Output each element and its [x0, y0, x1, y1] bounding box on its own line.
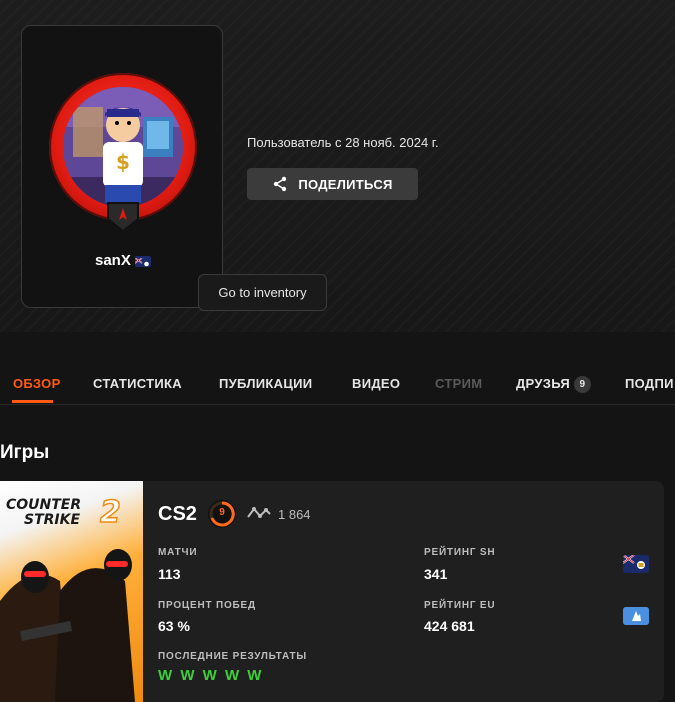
tab-subscriptions[interactable]: ПОДПИ [625, 376, 674, 391]
rating-sh-label: РЕЙТИНГ SH [424, 547, 496, 558]
share-icon [274, 176, 287, 192]
game-name: CS2 [158, 503, 197, 525]
europe-region-icon [623, 607, 649, 625]
level-badge-icon [107, 202, 139, 233]
tab-friends[interactable]: ДРУЗЬЯ 9 [516, 376, 591, 393]
tab-publications[interactable]: ПУБЛИКАЦИИ [219, 376, 312, 391]
skill-level-value: 9 [219, 507, 225, 518]
matches-label: МАТЧИ [158, 547, 198, 558]
game-card-cs2[interactable]: COUNTER STRIKE 2 CS2 9 1 864 МАТЧИ 113 П… [0, 481, 664, 702]
winrate-label: ПРОЦЕНТ ПОБЕД [158, 600, 256, 611]
skill-level-badge: 9 [207, 499, 237, 529]
member-since-text: Пользователь с 28 нояб. 2024 г. [247, 135, 439, 150]
share-label: ПОДЕЛИТЬСЯ [298, 176, 393, 192]
flag-icon [135, 255, 152, 267]
avatar[interactable]: $ [49, 73, 197, 233]
matches-value: 113 [158, 566, 181, 582]
share-button[interactable]: ПОДЕЛИТЬСЯ [247, 168, 418, 200]
inventory-tooltip: Go to inventory [198, 274, 327, 311]
recent-results-value: W W W W W [158, 667, 264, 684]
profile-card: $ sanX [21, 25, 223, 308]
username: sanX [94, 252, 131, 269]
active-tab-indicator [12, 400, 53, 403]
avatar-image: $ [63, 87, 183, 207]
rating-eu-value: 424 681 [424, 618, 475, 634]
tab-stream[interactable]: СТРИМ [435, 376, 482, 391]
svg-text:$: $ [116, 150, 130, 174]
tooltip-text: Go to inventory [218, 285, 307, 300]
cover-title-number: 2 [99, 494, 121, 531]
winrate-value: 63 % [158, 618, 190, 634]
friends-count-badge: 9 [573, 376, 591, 393]
profile-tabs: ОБЗОР СТАТИСТИКА ПУБЛИКАЦИИ ВИДЕО СТРИМ … [0, 360, 675, 405]
tab-friends-label: ДРУЗЬЯ [516, 376, 570, 391]
rating-sh-value: 341 [424, 566, 448, 582]
cover-title-line1: COUNTER [6, 497, 82, 513]
games-section-title: Игры [0, 442, 50, 463]
rating-eu-label: РЕЙТИНГ EU [424, 600, 496, 611]
saint-helena-flag-icon [623, 555, 649, 573]
recent-results-label: ПОСЛЕДНИЕ РЕЗУЛЬТАТЫ [158, 651, 307, 662]
tab-statistics[interactable]: СТАТИСТИКА [93, 376, 182, 391]
tab-video[interactable]: ВИДЕО [352, 376, 400, 391]
elo-value: 1 864 [278, 507, 311, 522]
cover-title-line2: STRIKE [24, 512, 81, 528]
tab-overview[interactable]: ОБЗОР [13, 376, 61, 391]
elo-trend-icon [247, 507, 271, 518]
game-cover: COUNTER STRIKE 2 [0, 481, 143, 702]
